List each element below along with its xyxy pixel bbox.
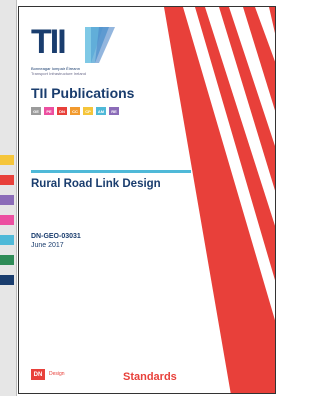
left-page-color-band: [0, 275, 14, 285]
logo-wordmark: TII: [31, 23, 67, 61]
document-code: DN-GEO-03031: [31, 233, 81, 240]
series-code-badge: DN: [57, 107, 67, 115]
publications-title: TII Publications: [31, 85, 135, 101]
left-page-color-band: [0, 175, 14, 185]
category-label: Standards: [123, 371, 177, 383]
previous-page-edge: [0, 0, 17, 396]
publication-cover: TII Bonneagar Iompair Éireann Transport …: [18, 6, 276, 394]
section-name: Design: [49, 371, 65, 377]
document-date: June 2017: [31, 242, 64, 249]
logo-swoosh-icon: [85, 27, 115, 63]
left-page-color-band: [0, 255, 14, 265]
left-page-color-band: [0, 235, 14, 245]
series-code-badge: RE: [109, 107, 119, 115]
logo-subtitle-english: Transport Infrastructure Ireland: [31, 71, 86, 76]
document-title: Rural Road Link Design: [31, 178, 161, 190]
document-viewer: TII Bonneagar Iompair Éireann Transport …: [0, 0, 281, 396]
series-code-badge: AM: [96, 107, 106, 115]
left-page-color-band: [0, 195, 14, 205]
series-code-badge: GE: [31, 107, 41, 115]
left-page-color-band: [0, 215, 14, 225]
series-code-strip: GE PE DN CC CP AM RE: [31, 107, 119, 115]
series-code-badge: PE: [44, 107, 54, 115]
title-divider: [31, 170, 191, 173]
section-badge: DN: [31, 369, 45, 380]
left-page-color-band: [0, 155, 14, 165]
series-code-badge: CC: [70, 107, 80, 115]
series-code-badge: CP: [83, 107, 93, 115]
